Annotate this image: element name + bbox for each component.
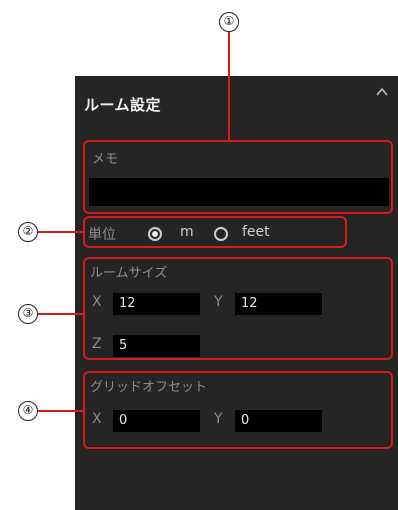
callout-leader-1 xyxy=(228,32,230,140)
chevron-up-icon[interactable] xyxy=(376,86,388,98)
callout-leader-3 xyxy=(38,313,83,315)
panel-title: ルーム設定 xyxy=(84,96,162,114)
callout-number-1: ① xyxy=(219,12,239,32)
callout-leader-2 xyxy=(38,231,83,233)
callout-number-4: ④ xyxy=(18,401,38,421)
callout-number-3: ③ xyxy=(18,304,38,324)
callout-box-room-size xyxy=(83,257,393,360)
callout-box-memo xyxy=(83,140,393,214)
callout-box-unit xyxy=(83,216,347,248)
callout-leader-4 xyxy=(38,410,83,412)
callout-box-grid-offset xyxy=(83,371,393,449)
callout-number-2: ② xyxy=(18,222,38,242)
